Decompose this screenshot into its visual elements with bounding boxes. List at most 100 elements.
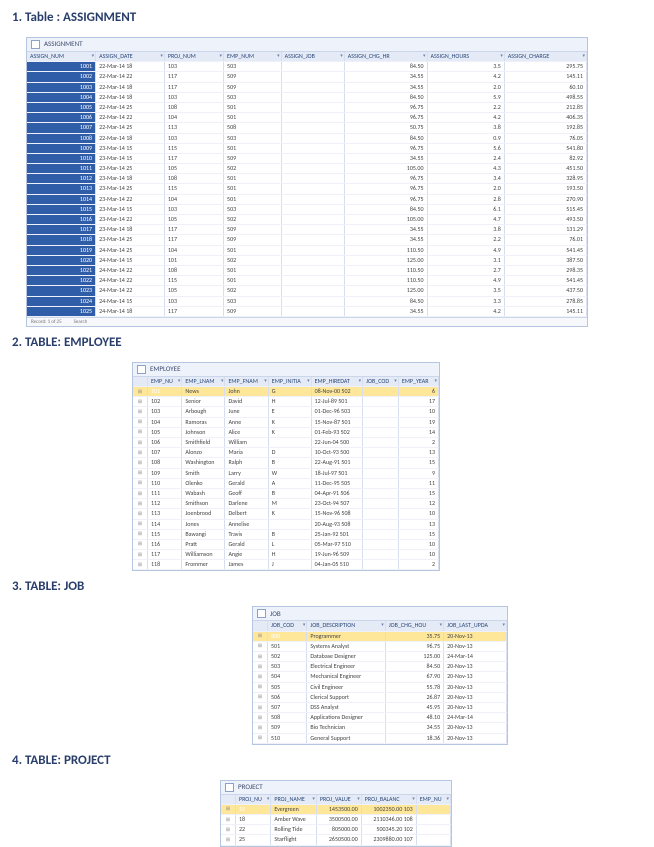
- dropdown-icon[interactable]: ▾: [394, 378, 397, 384]
- expand-icon[interactable]: ⊞: [133, 488, 148, 498]
- dropdown-icon[interactable]: ▾: [277, 53, 280, 59]
- expand-icon[interactable]: ⊞: [133, 478, 148, 488]
- table-row[interactable]: 101223-Mar-14 1810850196.753.4328.95: [27, 174, 587, 184]
- expand-icon[interactable]: ⊞: [133, 468, 148, 478]
- table-row[interactable]: ⊞15Evergreen1453500.001002350.00 103: [221, 804, 451, 814]
- table-row[interactable]: ⊞104RamorasAnneK15-Nov-87 50119: [133, 417, 439, 427]
- table-row[interactable]: ⊞507DSS Analyst45.9520-Nov-13: [253, 702, 507, 712]
- table-row[interactable]: ⊞114JonesAnnelise20-Aug-93 50813: [133, 519, 439, 529]
- column-header[interactable]: JOB_LAST_UPDA▾: [444, 621, 507, 631]
- table-row[interactable]: 101723-Mar-14 1811750934.553.8131.29: [27, 225, 587, 235]
- dropdown-icon[interactable]: ▾: [582, 53, 585, 59]
- table-row[interactable]: ⊞500Programmer35.7520-Nov-13: [253, 631, 507, 641]
- table-row[interactable]: ⊞504Mechanical Engineer67.9020-Nov-13: [253, 672, 507, 682]
- dropdown-icon[interactable]: ▾: [160, 53, 163, 59]
- table-row[interactable]: ⊞503Electrical Engineer84.5020-Nov-13: [253, 662, 507, 672]
- expand-icon[interactable]: ⊞: [253, 662, 268, 672]
- expand-icon[interactable]: ⊞: [133, 438, 148, 448]
- dropdown-icon[interactable]: ▾: [357, 796, 360, 802]
- table-row[interactable]: 100322-Mar-14 1811750934.552.060.10: [27, 82, 587, 92]
- table-row[interactable]: ⊞111WabashGeoffB04-Apr-91 50615: [133, 488, 439, 498]
- dropdown-icon[interactable]: ▾: [178, 378, 181, 384]
- expand-icon[interactable]: ⊞: [133, 448, 148, 458]
- table-row[interactable]: ⊞18Amber Wave3500500.002110346.00 108: [221, 815, 451, 825]
- dropdown-icon[interactable]: ▾: [92, 53, 95, 59]
- expand-icon[interactable]: ⊞: [221, 825, 236, 835]
- expand-icon[interactable]: ⊞: [221, 815, 236, 825]
- column-header[interactable]: JOB_COD▾: [268, 621, 307, 631]
- expand-icon[interactable]: ⊞: [133, 519, 148, 529]
- table-row[interactable]: ⊞116PrattGeraldL05-Mar-97 51010: [133, 539, 439, 549]
- table-row[interactable]: 100122-Mar-14 1810350384.503.5295.75: [27, 62, 587, 72]
- table-row[interactable]: ⊞109SmithLarryW18-Jul-97 5019: [133, 468, 439, 478]
- table-row[interactable]: 100923-Mar-14 1511550196.755.6541.80: [27, 143, 587, 153]
- table-row[interactable]: ⊞115BawangiTravisB25-Jan-92 50115: [133, 529, 439, 539]
- table-row[interactable]: ⊞509Bio Technician34.5520-Nov-13: [253, 723, 507, 733]
- expand-icon[interactable]: ⊞: [253, 682, 268, 692]
- dropdown-icon[interactable]: ▾: [359, 378, 362, 384]
- dropdown-icon[interactable]: ▾: [412, 796, 415, 802]
- table-row[interactable]: ⊞510General Support18.3620-Nov-13: [253, 733, 507, 743]
- dropdown-icon[interactable]: ▾: [502, 622, 505, 628]
- table-row[interactable]: 100222-Mar-14 2211750934.554.2145.11: [27, 72, 587, 82]
- expand-icon[interactable]: ⊞: [133, 560, 148, 570]
- column-header[interactable]: ASSIGN_JOB▾: [281, 52, 344, 62]
- column-header[interactable]: EMP_INITIA▾: [268, 377, 311, 387]
- dropdown-icon[interactable]: ▾: [221, 378, 224, 384]
- expand-icon[interactable]: ⊞: [133, 458, 148, 468]
- table-row[interactable]: 101623-Mar-14 22105502105.004.7493.50: [27, 215, 587, 225]
- expand-icon[interactable]: ⊞: [253, 631, 268, 641]
- expand-icon[interactable]: ⊞: [253, 641, 268, 651]
- expand-icon[interactable]: ⊞: [221, 835, 236, 845]
- expand-icon[interactable]: ⊞: [133, 529, 148, 539]
- table-row[interactable]: ⊞107AlonzoMariaD10-Oct-93 50013: [133, 448, 439, 458]
- dropdown-icon[interactable]: ▾: [434, 378, 437, 384]
- table-row[interactable]: 101924-Mar-14 25104501110.504.9541.45: [27, 245, 587, 255]
- table-row[interactable]: 101423-Mar-14 2210450196.752.8270.90: [27, 194, 587, 204]
- expand-icon[interactable]: ⊞: [253, 702, 268, 712]
- expand-icon[interactable]: ⊞: [133, 417, 148, 427]
- column-header[interactable]: PROJ_NUM▾: [164, 52, 223, 62]
- expand-icon[interactable]: ⊞: [253, 713, 268, 723]
- expand-icon[interactable]: ⊞: [133, 539, 148, 549]
- table-row[interactable]: 101323-Mar-14 2511550196.752.0193.50: [27, 184, 587, 194]
- dropdown-icon[interactable]: ▾: [312, 796, 315, 802]
- dropdown-icon[interactable]: ▾: [264, 378, 267, 384]
- column-header[interactable]: PROJ_VALUE▾: [316, 795, 361, 805]
- table-row[interactable]: 100722-Mar-14 2511350850.753.8192.85: [27, 123, 587, 133]
- column-header[interactable]: EMP_HIREDAT▾: [311, 377, 363, 387]
- expand-icon[interactable]: ⊞: [253, 733, 268, 743]
- table-row[interactable]: ⊞25Starflight2650500.002309880.00 107: [221, 835, 451, 845]
- dropdown-icon[interactable]: ▾: [423, 53, 426, 59]
- table-row[interactable]: 100822-Mar-14 1810350384.500.976.05: [27, 133, 587, 143]
- expand-icon[interactable]: ⊞: [253, 692, 268, 702]
- table-row[interactable]: 100422-Mar-14 1810350384.505.9498.55: [27, 92, 587, 102]
- dropdown-icon[interactable]: ▾: [381, 622, 384, 628]
- dropdown-icon[interactable]: ▾: [340, 53, 343, 59]
- dropdown-icon[interactable]: ▾: [307, 378, 310, 384]
- table-row[interactable]: 101023-Mar-14 1511750934.552.482.92: [27, 153, 587, 163]
- column-header[interactable]: ASSIGN_DATE▾: [96, 52, 165, 62]
- expand-icon[interactable]: ⊞: [133, 387, 148, 397]
- column-header[interactable]: JOB_CHG_HOU▾: [385, 621, 443, 631]
- column-header[interactable]: EMP_FNAM▾: [225, 377, 268, 387]
- table-row[interactable]: ⊞113JoenbroodDelbertK15-Nov-96 50810: [133, 509, 439, 519]
- column-header[interactable]: EMP_LNAM▾: [182, 377, 225, 387]
- column-header[interactable]: PROJ_NAME▾: [271, 795, 317, 805]
- table-row[interactable]: 101823-Mar-14 2511750934.552.276.01: [27, 235, 587, 245]
- table-row[interactable]: 102424-Mar-14 1510350384.503.3278.85: [27, 296, 587, 306]
- table-row[interactable]: ⊞502Database Designer125.0024-Mar-14: [253, 652, 507, 662]
- table-row[interactable]: 100622-Mar-14 2210450196.754.2406.35: [27, 113, 587, 123]
- expand-icon[interactable]: ⊞: [133, 499, 148, 509]
- project-grid[interactable]: PROJ_NU▾PROJ_NAME▾PROJ_VALUE▾PROJ_BALANC…: [221, 795, 451, 846]
- table-row[interactable]: ⊞110OlenkoGeraldA11-Dec-95 50511: [133, 478, 439, 488]
- column-header[interactable]: PROJ_NU▾: [236, 795, 271, 805]
- table-row[interactable]: ⊞108WashingtonRalphB22-Aug-91 50115: [133, 458, 439, 468]
- column-header[interactable]: ASSIGN_HOURS▾: [427, 52, 504, 62]
- column-header[interactable]: EMP_NU▾: [148, 377, 182, 387]
- table-row[interactable]: ⊞501Systems Analyst96.7520-Nov-13: [253, 641, 507, 651]
- dropdown-icon[interactable]: ▾: [303, 622, 306, 628]
- column-header[interactable]: EMP_NU▾: [416, 795, 450, 805]
- column-header[interactable]: JOB_DESCRIPTION▾: [307, 621, 385, 631]
- table-row[interactable]: ⊞506Clerical Support26.8720-Nov-13: [253, 692, 507, 702]
